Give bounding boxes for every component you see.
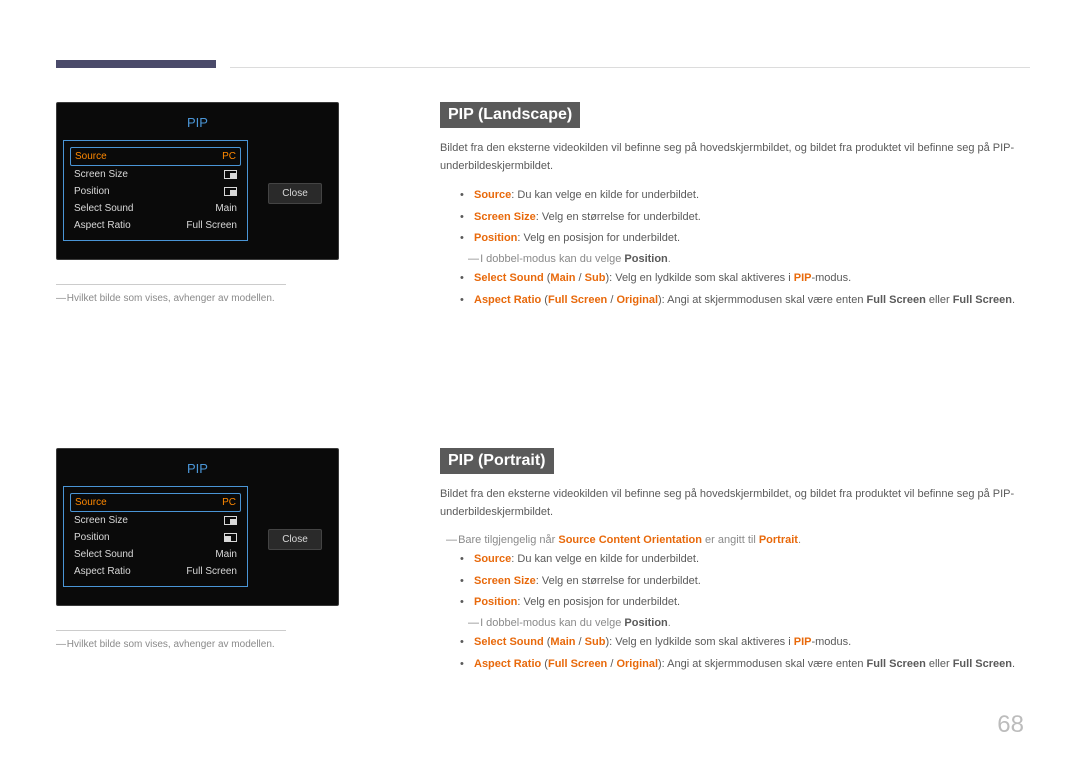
osd-label: Screen Size	[74, 169, 128, 180]
term: Aspect Ratio	[474, 294, 541, 306]
header-rule	[230, 67, 1030, 68]
osd-value: Main	[215, 549, 237, 560]
list-item: Position: Velg en posisjon for underbild…	[460, 592, 1020, 614]
term: Select Sound	[474, 272, 544, 284]
sub-note: I dobbel-modus kan du velge Position.	[468, 250, 1020, 268]
osd-value: PC	[222, 497, 236, 508]
heading-portrait: PIP (Portrait)	[440, 448, 554, 474]
model-note: Hvilket bilde som vises, avhenger av mod…	[56, 293, 408, 304]
list-item: Position: Velg en posisjon for underbild…	[460, 228, 1020, 250]
term: Screen Size	[474, 575, 536, 587]
osd-label: Aspect Ratio	[74, 220, 131, 231]
list-item: Screen Size: Velg en størrelse for under…	[460, 571, 1020, 593]
osd-label: Position	[74, 532, 110, 543]
intro-text: Bildet fra den eksterne videokilden vil …	[440, 140, 1020, 175]
osd-title: PIP	[63, 111, 332, 140]
pip-position-icon	[224, 187, 237, 196]
osd-row-position[interactable]: Position	[70, 529, 241, 546]
osd-label: Aspect Ratio	[74, 566, 131, 577]
bullet-list-2: Select Sound (Main / Sub): Velg en lydki…	[460, 632, 1020, 675]
pip-size-icon	[224, 516, 237, 525]
osd-label: Screen Size	[74, 515, 128, 526]
intro-text: Bildet fra den eksterne videokilden vil …	[440, 486, 1020, 521]
osd-row-screensize[interactable]: Screen Size	[70, 512, 241, 529]
page-number: 68	[997, 711, 1024, 739]
bullet-list-2: Select Sound (Main / Sub): Velg en lydki…	[460, 268, 1020, 311]
list-item: Aspect Ratio (Full Screen / Original): A…	[460, 290, 1020, 312]
osd-row-selectsound[interactable]: Select Sound Main	[70, 546, 241, 563]
sub-pre: I dobbel-modus kan du velge	[480, 253, 624, 265]
pip-size-icon	[224, 170, 237, 179]
list-item: Select Sound (Main / Sub): Velg en lydki…	[460, 268, 1020, 290]
term: Position	[474, 232, 517, 244]
note-separator	[56, 284, 286, 285]
desc: : Du kan velge en kilde for underbildet.	[511, 553, 699, 565]
close-button[interactable]: Close	[268, 183, 322, 204]
osd-menu: Source PC Screen Size Position Select So…	[63, 140, 248, 241]
osd-menu: Source PC Screen Size Position Select So…	[63, 486, 248, 587]
term: Aspect Ratio	[474, 658, 541, 670]
list-item: Aspect Ratio (Full Screen / Original): A…	[460, 654, 1020, 676]
list-item: Screen Size: Velg en størrelse for under…	[460, 207, 1020, 229]
osd-panel-portrait: PIP Source PC Screen Size Position Selec…	[56, 448, 408, 650]
osd-row-aspect[interactable]: Aspect Ratio Full Screen	[70, 563, 241, 580]
osd-label: Select Sound	[74, 549, 134, 560]
sub-bold: Position	[624, 617, 667, 629]
osd-window: PIP Source PC Screen Size Position Selec…	[56, 448, 339, 606]
osd-value: Full Screen	[186, 566, 237, 577]
osd-title: PIP	[63, 457, 332, 486]
note-separator	[56, 630, 286, 631]
term: Position	[474, 596, 517, 608]
osd-value: Main	[215, 203, 237, 214]
osd-value: PC	[222, 151, 236, 162]
list-item: Source: Du kan velge en kilde for underb…	[460, 185, 1020, 207]
term: Source	[474, 553, 511, 565]
desc: : Velg en størrelse for underbildet.	[536, 575, 701, 587]
sub-pre: I dobbel-modus kan du velge	[480, 617, 624, 629]
availability-note: Bare tilgjengelig når Source Content Ori…	[446, 531, 1020, 549]
heading-landscape: PIP (Landscape)	[440, 102, 580, 128]
osd-label: Select Sound	[74, 203, 134, 214]
section-landscape: PIP (Landscape) Bildet fra den eksterne …	[440, 102, 1020, 311]
bullet-list: Source: Du kan velge en kilde for underb…	[460, 185, 1020, 250]
sub-note: I dobbel-modus kan du velge Position.	[468, 614, 1020, 632]
osd-row-selectsound[interactable]: Select Sound Main	[70, 200, 241, 217]
osd-value: Full Screen	[186, 220, 237, 231]
close-button[interactable]: Close	[268, 529, 322, 550]
osd-row-position[interactable]: Position	[70, 183, 241, 200]
osd-row-source[interactable]: Source PC	[70, 147, 241, 166]
desc: : Velg en posisjon for underbildet.	[517, 232, 680, 244]
desc: : Velg en posisjon for underbildet.	[517, 596, 680, 608]
osd-label: Source	[75, 497, 107, 508]
osd-row-screensize[interactable]: Screen Size	[70, 166, 241, 183]
desc: : Velg en størrelse for underbildet.	[536, 211, 701, 223]
term: Screen Size	[474, 211, 536, 223]
model-note: Hvilket bilde som vises, avhenger av mod…	[56, 639, 408, 650]
sub-bold: Position	[624, 253, 667, 265]
osd-panel-landscape: PIP Source PC Screen Size Position Selec…	[56, 102, 408, 304]
bullet-list: Source: Du kan velge en kilde for underb…	[460, 549, 1020, 614]
osd-row-aspect[interactable]: Aspect Ratio Full Screen	[70, 217, 241, 234]
desc: : Du kan velge en kilde for underbildet.	[511, 189, 699, 201]
section-portrait: PIP (Portrait) Bildet fra den eksterne v…	[440, 448, 1020, 675]
list-item: Source: Du kan velge en kilde for underb…	[460, 549, 1020, 571]
osd-window: PIP Source PC Screen Size Position Selec…	[56, 102, 339, 260]
pip-position-icon	[224, 533, 237, 542]
header-accent	[56, 60, 216, 68]
list-item: Select Sound (Main / Sub): Velg en lydki…	[460, 632, 1020, 654]
osd-label: Source	[75, 151, 107, 162]
term: Source	[474, 189, 511, 201]
osd-label: Position	[74, 186, 110, 197]
term: Select Sound	[474, 636, 544, 648]
osd-row-source[interactable]: Source PC	[70, 493, 241, 512]
